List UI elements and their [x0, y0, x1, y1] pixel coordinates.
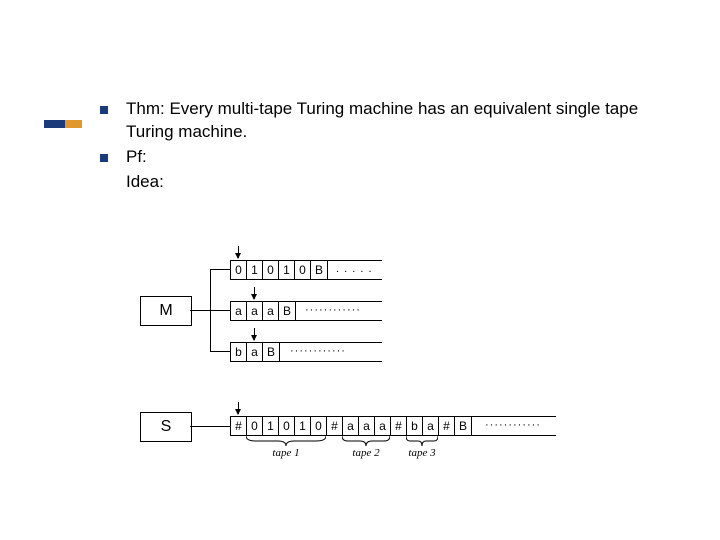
brace-icon	[342, 436, 390, 446]
connector	[210, 351, 230, 352]
square-bullet-icon	[100, 106, 108, 114]
brace-icon	[406, 436, 438, 446]
tape-cell: #	[391, 417, 407, 435]
tape-cell: #	[231, 417, 247, 435]
dots: . . . . .	[336, 263, 373, 275]
tape-cell: a	[343, 417, 359, 435]
tape-cell: B	[263, 343, 279, 361]
tape-cell: B	[455, 417, 471, 435]
tape-cell: 1	[295, 417, 311, 435]
tape-cell: 0	[231, 261, 247, 279]
tape-cell: 0	[247, 417, 263, 435]
tape-cell: 0	[311, 417, 327, 435]
idea-text: Idea:	[126, 171, 660, 194]
tape-cell: a	[263, 302, 279, 320]
tape-cell: a	[423, 417, 439, 435]
tape-cell: 1	[263, 417, 279, 435]
tape-cell: 1	[279, 261, 295, 279]
dots: ············	[305, 304, 361, 316]
tape-cell: #	[327, 417, 343, 435]
thm-text: Thm: Every multi-tape Turing machine has…	[126, 98, 660, 144]
s-box: S	[140, 412, 192, 442]
tape-cell: B	[311, 261, 327, 279]
tape-cell: B	[279, 302, 295, 320]
tape-cell: 0	[279, 417, 295, 435]
tape-cell: a	[231, 302, 247, 320]
dots: ············	[290, 345, 346, 357]
bullet-thm: Thm: Every multi-tape Turing machine has…	[100, 98, 660, 144]
bullet-pf: Pf:	[100, 146, 660, 169]
brace-label-1: tape 1	[246, 447, 326, 459]
accent-bar	[44, 120, 82, 128]
connector	[210, 310, 230, 311]
connector	[210, 269, 230, 270]
head-arrow-icon	[238, 246, 239, 258]
head-arrow-icon	[254, 287, 255, 299]
tape-cell: a	[359, 417, 375, 435]
tape-cell: a	[247, 302, 263, 320]
tape-1: 0 1 0 1 0 B	[230, 260, 328, 280]
tape-cell: 0	[295, 261, 311, 279]
tape-cell: 0	[263, 261, 279, 279]
brace-label-3: tape 3	[400, 447, 444, 459]
tape-cell: #	[439, 417, 455, 435]
turing-diagram: M 0 1 0 1 0 B . . . . . a a a B ········…	[140, 240, 660, 500]
pf-text: Pf:	[126, 146, 147, 169]
tape-3: b a B	[230, 342, 280, 362]
brace-icon	[246, 436, 326, 446]
m-box: M	[140, 296, 192, 326]
dots: ············	[485, 419, 541, 431]
connector	[190, 426, 230, 427]
tape-cell: b	[231, 343, 247, 361]
tape-cell: b	[407, 417, 423, 435]
tape-2: a a a B	[230, 301, 296, 321]
single-tape: # 0 1 0 1 0 # a a a # b a # B	[230, 416, 472, 436]
square-bullet-icon	[100, 154, 108, 162]
head-arrow-icon	[254, 328, 255, 340]
tape-cell: a	[247, 343, 263, 361]
connector	[190, 310, 210, 311]
brace-label-2: tape 2	[342, 447, 390, 459]
tape-cell: a	[375, 417, 391, 435]
tape-cell: 1	[247, 261, 263, 279]
slide-content: Thm: Every multi-tape Turing machine has…	[100, 98, 660, 194]
head-arrow-icon	[238, 402, 239, 414]
